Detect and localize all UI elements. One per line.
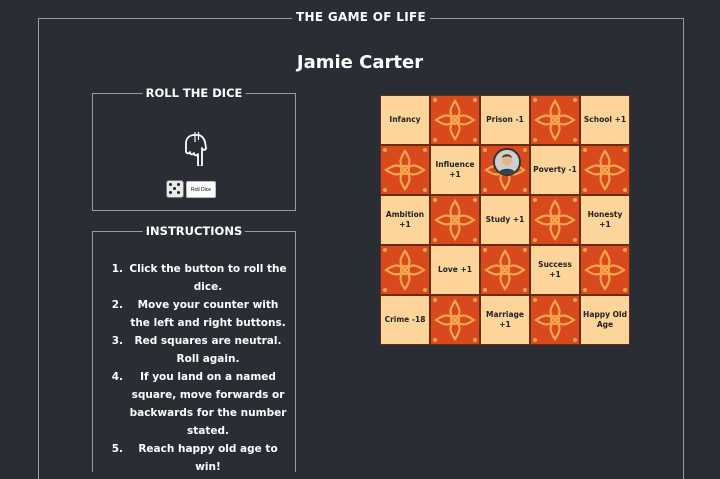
board-square: Love +1 [430,245,480,295]
instruction-step: 2. Move your counter with the left and ri… [111,299,286,329]
instruction-step: 4. If you land on a named square, move fo… [111,371,287,437]
instruction-step: 3. Red squares are neutral. Roll again. [111,335,282,365]
dice-icon [166,180,184,198]
neutral-square [430,195,480,245]
board-square: Honesty +1 [580,195,630,245]
neutral-square [430,295,480,345]
board-square: Ambition +1 [380,195,430,245]
instructions-heading: INSTRUCTIONS [142,224,246,238]
neutral-square [530,95,580,145]
page-title: THE GAME OF LIFE [292,10,430,24]
board-square: Influence +1 [430,145,480,195]
instruction-step: 5. Reach happy old age to win! [111,443,278,473]
neutral-square [580,145,630,195]
instruction-step: 1. Click the button to roll the dice. [111,263,287,293]
neutral-square [530,195,580,245]
board-square: Infancy [380,95,430,145]
neutral-square [530,295,580,345]
roll-dice-button[interactable]: Roll Dice [186,181,216,198]
neutral-square [480,245,530,295]
neutral-square [380,245,430,295]
neutral-square [430,95,480,145]
board-square: Prison -1 [480,95,530,145]
player-counter-avatar[interactable] [493,148,521,176]
board-square: Study +1 [480,195,530,245]
board-square: Crime -18 [380,295,430,345]
dice-panel: ROLL THE DICE Roll Dice [92,86,296,211]
board-square: School +1 [580,95,630,145]
instructions-list: 1. Click the button to roll the dice. 2. M… [105,260,287,476]
instructions-panel: INSTRUCTIONS 1. Click the button to roll … [92,224,296,473]
board-square: Poverty -1 [530,145,580,195]
neutral-square [380,145,430,195]
dice-panel-heading: ROLL THE DICE [142,86,246,100]
neutral-square [580,245,630,295]
player-name: Jamie Carter [296,52,424,73]
pointing-hand-icon [185,132,207,166]
board-square: Marriage +1 [480,295,530,345]
game-board: Infancy Prison -1 School +1 Influence +1 Pov… [380,95,630,345]
board-square: Success +1 [530,245,580,295]
board-square: Happy Old Age [580,295,630,345]
